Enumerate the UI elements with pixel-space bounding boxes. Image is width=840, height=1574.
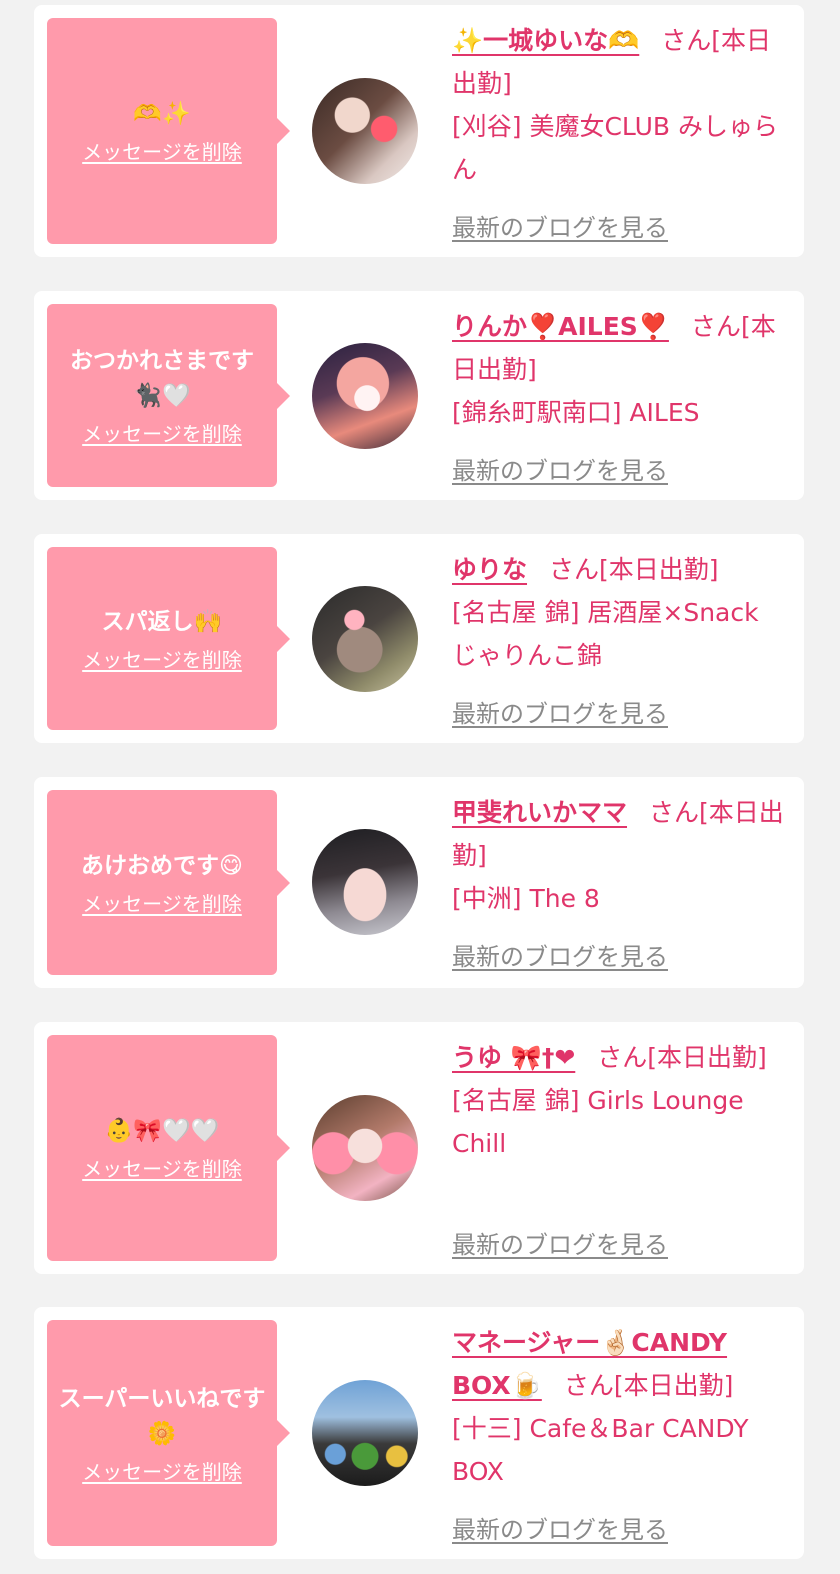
message-card: おつかれさまです🐈‍⬛🤍 メッセージを削除 りんか❣️AILES❣️ さん[本日出… <box>34 291 804 500</box>
shop-name: [刈谷] 美魔女CLUB みしゅらん <box>452 112 778 184</box>
cast-name-link[interactable]: りんか❣️AILES❣️ <box>452 312 669 341</box>
work-status: [本日出勤] <box>599 555 719 584</box>
message-card: 👶🎀🤍🤍 メッセージを削除 うゆ 🎀†❤ さん[本日出勤] [名古屋 錦] Gir… <box>34 1022 804 1274</box>
delete-message-link[interactable]: メッセージを削除 <box>82 644 242 673</box>
san-suffix: さん <box>661 26 712 55</box>
message-text: スパ返し🙌 <box>101 608 223 635</box>
cast-info: マネージャー🤞🏻CANDY BOX🍺 さん[本日出勤] [十三] Cafe＆Bar… <box>452 1321 788 1493</box>
message-bubble: 🫶✨ メッセージを削除 <box>47 18 277 244</box>
cast-name-link[interactable]: ゆりな <box>452 555 527 584</box>
cast-name-link[interactable]: ✨一城ゆいな🫶 <box>452 26 639 55</box>
san-suffix: さん <box>563 1371 614 1400</box>
shop-name: [十三] Cafe＆Bar CANDY BOX <box>452 1414 749 1486</box>
message-bubble: おつかれさまです🐈‍⬛🤍 メッセージを削除 <box>47 304 277 487</box>
work-status: [本日出勤] <box>613 1371 734 1400</box>
avatar[interactable] <box>312 829 418 935</box>
cast-info: うゆ 🎀†❤ さん[本日出勤] [名古屋 錦] Girls Lounge Chil… <box>452 1036 788 1165</box>
avatar[interactable] <box>312 1380 418 1486</box>
message-bubble: あけおめです😋 メッセージを削除 <box>47 790 277 975</box>
shop-name: [中洲] The 8 <box>452 884 600 913</box>
cast-name-link[interactable]: うゆ 🎀†❤ <box>452 1043 575 1072</box>
latest-blog-link[interactable]: 最新のブログを見る <box>452 451 668 486</box>
latest-blog-link[interactable]: 最新のブログを見る <box>452 937 668 972</box>
message-text: 🫶✨ <box>133 101 191 127</box>
cast-info: ゆりな さん[本日出勤] [名古屋 錦] 居酒屋×Snack じゃりんこ錦 <box>452 548 788 677</box>
latest-blog-link[interactable]: 最新のブログを見る <box>452 1510 668 1545</box>
message-text: スーパーいいねです🌼 <box>58 1385 266 1447</box>
message-text: 👶🎀🤍🤍 <box>104 1118 220 1144</box>
message-card: 🫶✨ メッセージを削除 ✨一城ゆいな🫶 さん[本日出勤] [刈谷] 美魔女CLUB… <box>34 5 804 257</box>
san-suffix: さん <box>690 312 741 341</box>
san-suffix: さん <box>649 798 700 827</box>
cast-info: 甲斐れいかママ さん[本日出勤] [中洲] The 8 <box>452 791 788 920</box>
delete-message-link[interactable]: メッセージを削除 <box>82 418 242 447</box>
delete-message-link[interactable]: メッセージを削除 <box>82 136 242 165</box>
message-bubble: 👶🎀🤍🤍 メッセージを削除 <box>47 1035 277 1261</box>
latest-blog-link[interactable]: 最新のブログを見る <box>452 208 668 243</box>
san-suffix: さん <box>597 1043 648 1072</box>
latest-blog-link[interactable]: 最新のブログを見る <box>452 1225 668 1260</box>
message-bubble: スーパーいいねです🌼 メッセージを削除 <box>47 1320 277 1546</box>
cast-name-link[interactable]: 甲斐れいかママ <box>452 798 627 827</box>
avatar[interactable] <box>312 343 418 449</box>
avatar[interactable] <box>312 78 418 184</box>
cast-info: ✨一城ゆいな🫶 さん[本日出勤] [刈谷] 美魔女CLUB みしゅらん <box>452 19 788 191</box>
work-status: [本日出勤] <box>647 1043 767 1072</box>
shop-name: [錦糸町駅南口] AILES <box>452 398 700 427</box>
delete-message-link[interactable]: メッセージを削除 <box>82 1456 242 1485</box>
shop-name: [名古屋 錦] 居酒屋×Snack じゃりんこ錦 <box>452 598 759 670</box>
message-card: スパ返し🙌 メッセージを削除 ゆりな さん[本日出勤] [名古屋 錦] 居酒屋×S… <box>34 534 804 743</box>
latest-blog-link[interactable]: 最新のブログを見る <box>452 694 668 729</box>
message-card: あけおめです😋 メッセージを削除 甲斐れいかママ さん[本日出勤] [中洲] Th… <box>34 777 804 988</box>
message-card: スーパーいいねです🌼 メッセージを削除 マネージャー🤞🏻CANDY BOX🍺 さん… <box>34 1307 804 1559</box>
cast-info: りんか❣️AILES❣️ さん[本日出勤] [錦糸町駅南口] AILES <box>452 305 788 434</box>
san-suffix: さん <box>549 555 600 584</box>
shop-name: [名古屋 錦] Girls Lounge Chill <box>452 1086 744 1158</box>
avatar[interactable] <box>312 586 418 692</box>
message-bubble: スパ返し🙌 メッセージを削除 <box>47 547 277 730</box>
avatar[interactable] <box>312 1095 418 1201</box>
delete-message-link[interactable]: メッセージを削除 <box>82 1153 242 1182</box>
message-text: おつかれさまです🐈‍⬛🤍 <box>70 348 254 409</box>
message-text: あけおめです😋 <box>81 852 243 879</box>
delete-message-link[interactable]: メッセージを削除 <box>82 888 242 917</box>
